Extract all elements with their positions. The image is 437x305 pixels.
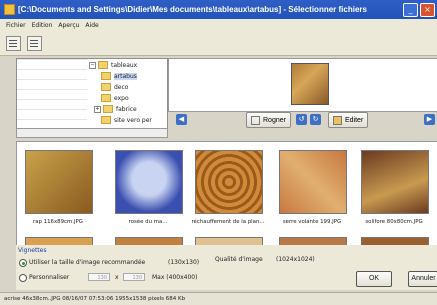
folder-icon [103,105,113,113]
options-panel: Vignettes Utiliser la taille d'image rec… [16,245,437,290]
collapse-icon[interactable]: − [89,61,96,69]
rotate-right-icon[interactable]: ↻ [310,114,321,125]
dimension-separator: x [115,274,119,281]
editer-label: Editer [345,116,364,124]
thumbnail-caption: rap 116x89cm.JPG [33,219,83,225]
view-details-button[interactable] [27,36,42,51]
tree-item-label: fabrice [116,105,137,113]
expand-icon[interactable]: + [94,105,101,113]
menu-fichier[interactable]: Fichier [6,22,26,29]
thumbnail-image[interactable] [279,150,347,214]
crop-icon [251,115,260,125]
quality-label: Qualité d'image [215,256,263,263]
thumbnail-caption: rosée du ma... [128,219,168,225]
rogner-label: Rogner [263,116,286,124]
tree-item-label: tableaux [111,61,138,69]
folder-tree: − tableaux artabus deco expo + fabrice s… [16,58,168,136]
custom-size-label: Personnaliser [29,274,70,281]
thumbnail-caption: réchauffement de la plan... [191,219,265,225]
edit-icon [333,115,342,125]
tree-item-fabrice[interactable]: + fabrice [94,104,137,114]
recommended-size-value: (130x130) [168,259,200,266]
rogner-button[interactable]: Rogner [246,112,291,128]
folder-icon [101,116,111,124]
tree-gridlines [17,59,87,135]
preview-image [291,63,329,105]
title-bar: [C:\Documents and Settings\Didier\Mes do… [0,0,437,19]
tree-item-site-vero[interactable]: site vero per [101,115,152,125]
height-input[interactable]: 130 [123,273,145,281]
folder-icon [98,61,108,69]
app-icon [4,4,15,15]
quality-value: (1024x1024) [276,256,315,263]
rotate-left-icon[interactable]: ↺ [296,114,307,125]
previous-arrow-icon[interactable]: ◀ [176,114,187,125]
tree-item-label: deco [114,83,129,91]
menu-apercu[interactable]: Aperçu [58,22,79,29]
folder-icon [101,94,111,102]
folder-icon [101,83,111,91]
recommended-size-radio[interactable] [19,259,27,267]
next-arrow-icon[interactable]: ▶ [424,114,435,125]
window-title: [C:\Documents and Settings\Didier\Mes do… [18,5,367,14]
view-list-button[interactable] [6,36,21,51]
editer-button[interactable]: Editer [328,112,369,128]
tree-item-label: expo [114,94,129,102]
thumbnail-image[interactable] [361,150,429,214]
custom-size-radio[interactable] [19,274,27,282]
status-bar: acrise 46x38cm..JPG 08/16/07 07:53:06 19… [0,292,437,305]
thumbnail-image[interactable] [115,150,183,214]
tree-item-tableaux[interactable]: − tableaux [89,60,137,70]
preview-pane [168,58,437,112]
tree-item-label: artabus [114,72,137,80]
minimize-button[interactable]: _ [403,2,418,17]
tree-item-artabus[interactable]: artabus [101,71,137,81]
thumbnail-image[interactable] [195,150,263,214]
folder-icon [101,72,111,80]
cancel-button[interactable]: Annuler [408,271,437,287]
tree-item-deco[interactable]: deco [101,82,128,92]
menu-edition[interactable]: Edition [32,22,53,29]
thumbnail-grid: rap 116x89cm.JPG rosée du ma... réchauff… [16,141,437,246]
vignettes-group-label: Vignettes [18,247,47,254]
action-bar: ◀ Rogner ↺ ↻ Editer ▶ [168,112,437,130]
width-input[interactable]: 130 [88,273,110,281]
tree-horizontal-scrollbar[interactable] [16,128,168,138]
thumbnail-caption: solifore 80x80cm.JPG [365,219,423,225]
max-size-label: Max (400x400) [152,274,198,281]
thumbnail-caption: serre volante 199.JPG [282,219,342,225]
recommended-size-label: Utiliser la taille d'image recommandée [29,259,146,266]
toolbar [0,31,437,56]
tree-item-label: site vero per [114,116,152,124]
thumbnail-image[interactable] [25,150,93,214]
ok-button[interactable]: OK [356,271,392,287]
close-button[interactable]: × [420,2,435,17]
menu-bar: Fichier Edition Aperçu Aide [0,19,437,31]
tree-item-expo[interactable]: expo [101,93,129,103]
menu-aide[interactable]: Aide [85,22,98,29]
